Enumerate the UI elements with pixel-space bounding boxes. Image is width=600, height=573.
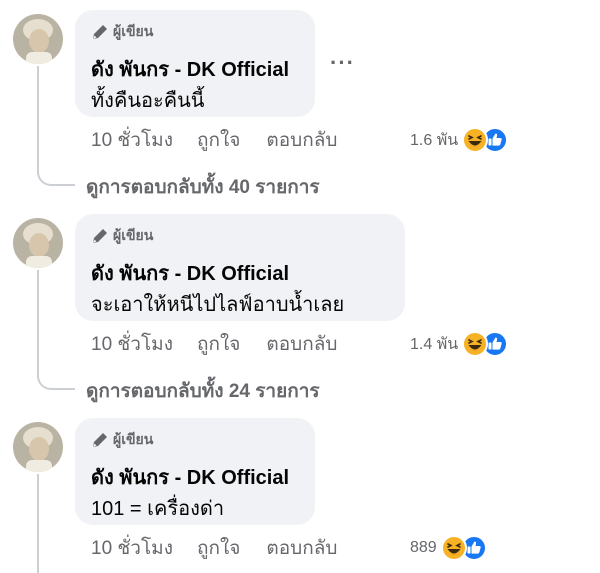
- comment-bubble: ผู้เขียน ดัง พันกร - DK Official จะเอาให…: [75, 214, 405, 321]
- comment-text: ทั้งคืนอะคืนนี้: [91, 90, 205, 112]
- pen-icon: [93, 229, 107, 243]
- comment: ผู้เขียน ดัง พันกร - DK Official จะเอาให…: [0, 204, 600, 408]
- comment-author[interactable]: ดัง พันกร - DK Official: [91, 53, 289, 85]
- comment-author[interactable]: ดัง พันกร - DK Official: [91, 461, 289, 493]
- comment-text: จะเอาให้หนีไปไลฟ์อาบน้ำเลย: [91, 294, 345, 316]
- avatar[interactable]: [13, 422, 63, 472]
- haha-emoji-icon: [440, 535, 467, 561]
- haha-emoji-icon: [462, 127, 489, 153]
- comment-bubble: ผู้เขียน ดัง พันกร - DK Official 101 = เ…: [75, 418, 315, 525]
- avatar-image: [13, 422, 63, 472]
- reply-button[interactable]: ตอบกลับ: [266, 329, 337, 359]
- avatar[interactable]: [13, 218, 63, 268]
- comment-timestamp[interactable]: 10 ชั่วโมง: [91, 329, 173, 359]
- avatar-image: [13, 14, 63, 64]
- author-badge-label: ผู้เขียน: [113, 23, 154, 39]
- comment: ผู้เขียน ดัง พันกร - DK Official 101 = เ…: [0, 408, 600, 573]
- reactions-summary[interactable]: 1.4 พัน: [410, 329, 509, 359]
- pen-icon: [93, 25, 107, 39]
- reactions-summary[interactable]: 889: [410, 533, 487, 563]
- avatar-image: [13, 218, 63, 268]
- view-replies-link[interactable]: ดูการตอบกลับทั้ง 24 รายการ: [86, 376, 320, 406]
- author-badge-label: ผู้เขียน: [113, 227, 154, 243]
- view-replies-link[interactable]: ดูการตอบกลับทั้ง 40 รายการ: [86, 172, 320, 202]
- author-badge: ผู้เขียน: [91, 226, 153, 246]
- like-button[interactable]: ถูกใจ: [197, 329, 240, 359]
- pen-icon: [93, 433, 107, 447]
- reaction-count: 1.4 พัน: [410, 335, 459, 353]
- comment-actions: 10 ชั่วโมง ถูกใจ ตอบกลับ: [91, 330, 337, 358]
- reply-button[interactable]: ตอบกลับ: [266, 533, 337, 563]
- like-button[interactable]: ถูกใจ: [197, 125, 240, 155]
- haha-emoji-icon: [462, 331, 489, 357]
- comment-timestamp[interactable]: 10 ชั่วโมง: [91, 533, 173, 563]
- author-badge: ผู้เขียน: [91, 22, 153, 42]
- avatar[interactable]: [13, 14, 63, 64]
- author-badge-label: ผู้เขียน: [113, 431, 154, 447]
- reactions-summary[interactable]: 1.6 พัน: [410, 125, 509, 155]
- author-badge: ผู้เขียน: [91, 430, 153, 450]
- reaction-count: 1.6 พัน: [410, 131, 459, 149]
- comment-actions: 10 ชั่วโมง ถูกใจ ตอบกลับ: [91, 126, 337, 154]
- comment-author[interactable]: ดัง พันกร - DK Official: [91, 257, 289, 289]
- like-button[interactable]: ถูกใจ: [197, 533, 240, 563]
- more-options-button[interactable]: ···: [330, 52, 355, 74]
- comment-bubble: ผู้เขียน ดัง พันกร - DK Official ทั้งคืน…: [75, 10, 315, 117]
- comment-timestamp[interactable]: 10 ชั่วโมง: [91, 125, 173, 155]
- comment-actions: 10 ชั่วโมง ถูกใจ ตอบกลับ: [91, 534, 337, 562]
- comment: ผู้เขียน ดัง พันกร - DK Official ทั้งคืน…: [0, 0, 600, 204]
- reaction-count: 889: [410, 539, 437, 556]
- comment-text: 101 = เครื่องด่า: [91, 498, 225, 520]
- reply-button[interactable]: ตอบกลับ: [266, 125, 337, 155]
